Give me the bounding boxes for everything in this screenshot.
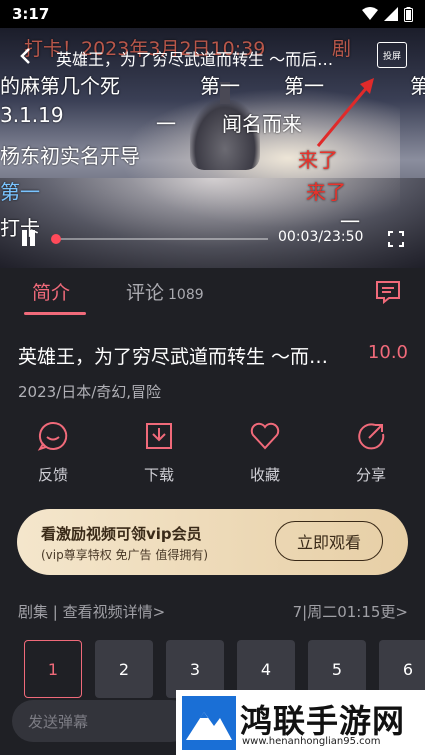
share-button[interactable]: 分享 xyxy=(341,420,401,485)
player-title: 英雄王，为了穷尽武道而转生 ～而后… xyxy=(56,50,334,69)
download-button[interactable]: 下载 xyxy=(129,420,189,485)
vip-subtitle: (vip尊享特权 免广告 值得拥有) xyxy=(41,548,209,562)
feedback-label: 反馈 xyxy=(37,466,68,484)
update-schedule-link[interactable]: 7|周二01:15更> xyxy=(293,601,408,622)
player-controls: 00:03/23:50 xyxy=(0,224,425,254)
status-icons xyxy=(362,6,413,22)
cast-label: 投屏 xyxy=(382,51,401,62)
player-top-bar: 英雄王，为了穷尽武道而转生 ～而后… 投屏 xyxy=(0,38,425,78)
watch-now-label: 立即观看 xyxy=(296,533,361,552)
cast-button[interactable]: 投屏 xyxy=(377,42,407,68)
status-bar: 3:17 xyxy=(0,0,425,28)
mountain-logo-icon xyxy=(182,696,236,750)
download-label: 下载 xyxy=(143,466,174,484)
episode-details-link[interactable]: 剧集 | 查看视频详情> xyxy=(18,601,165,622)
heart-icon xyxy=(250,422,280,450)
tab-intro[interactable]: 简介 xyxy=(24,278,86,315)
progress-handle[interactable] xyxy=(51,234,62,244)
pause-button[interactable] xyxy=(20,230,38,248)
watermark-url: www.henanhonglian95.com xyxy=(242,736,381,747)
status-time: 3:17 xyxy=(12,5,50,23)
action-row: 反馈 下载 收藏 分享 xyxy=(0,420,425,490)
share-label: 分享 xyxy=(355,466,386,484)
danmaku-input-placeholder: 发送弹幕 xyxy=(28,712,89,731)
tab-comments[interactable]: 评论 1089 xyxy=(126,278,204,305)
battery-icon xyxy=(404,6,413,22)
tab-active-indicator xyxy=(24,312,86,315)
show-title: 英雄王，为了穷尽武道而转生 ～而后… xyxy=(18,346,338,368)
episode-button[interactable]: 2 xyxy=(95,640,153,698)
watermark-logo xyxy=(182,696,236,750)
comments-count: 1089 xyxy=(168,287,204,303)
video-player[interactable]: 打卡！2023年3月2日10:39 剧 的麻第几个死 第一 第一 第 3.1.1… xyxy=(0,28,425,268)
show-meta: 2023/日本/奇幻,冒险 xyxy=(18,383,162,401)
tab-intro-label: 简介 xyxy=(32,282,71,304)
share-icon xyxy=(358,423,385,450)
wifi-icon xyxy=(362,7,378,20)
back-button[interactable] xyxy=(18,46,48,71)
vip-banner[interactable]: 看激励视频可领vip会员 (vip尊享特权 免广告 值得拥有) 立即观看 xyxy=(17,509,408,575)
episode-header: 剧集 | 查看视频详情> 7|周二01:15更> xyxy=(18,601,408,622)
episode-button[interactable]: 1 xyxy=(24,640,82,698)
watch-now-button[interactable]: 立即观看 xyxy=(275,521,383,561)
rating-score: 10.0 xyxy=(367,342,408,363)
favorite-label: 收藏 xyxy=(249,466,280,484)
favorite-button[interactable]: 收藏 xyxy=(235,420,295,485)
signal-icon xyxy=(384,7,398,21)
fullscreen-icon[interactable] xyxy=(388,231,404,247)
progress-bar[interactable] xyxy=(56,238,268,240)
vip-title: 看激励视频可领vip会员 xyxy=(41,525,202,543)
chevron-left-icon xyxy=(20,47,30,64)
tab-comments-label: 评论 xyxy=(126,282,165,304)
show-title-row: 英雄王，为了穷尽武道而转生 ～而后… 10.0 xyxy=(18,342,408,369)
pause-icon xyxy=(22,230,27,246)
time-readout: 00:03/23:50 xyxy=(278,229,364,245)
feedback-button[interactable]: 反馈 xyxy=(23,420,83,485)
pause-icon-bar xyxy=(30,230,35,246)
download-icon xyxy=(146,423,172,449)
danmaku-list-icon[interactable] xyxy=(375,280,401,304)
feedback-icon xyxy=(37,421,68,451)
content-tabs: 简介 评论 1089 xyxy=(0,268,425,318)
danmaku-input[interactable]: 发送弹幕 xyxy=(12,700,192,742)
site-watermark: 鸿联手游网 www.henanhonglian95.com xyxy=(176,690,425,755)
